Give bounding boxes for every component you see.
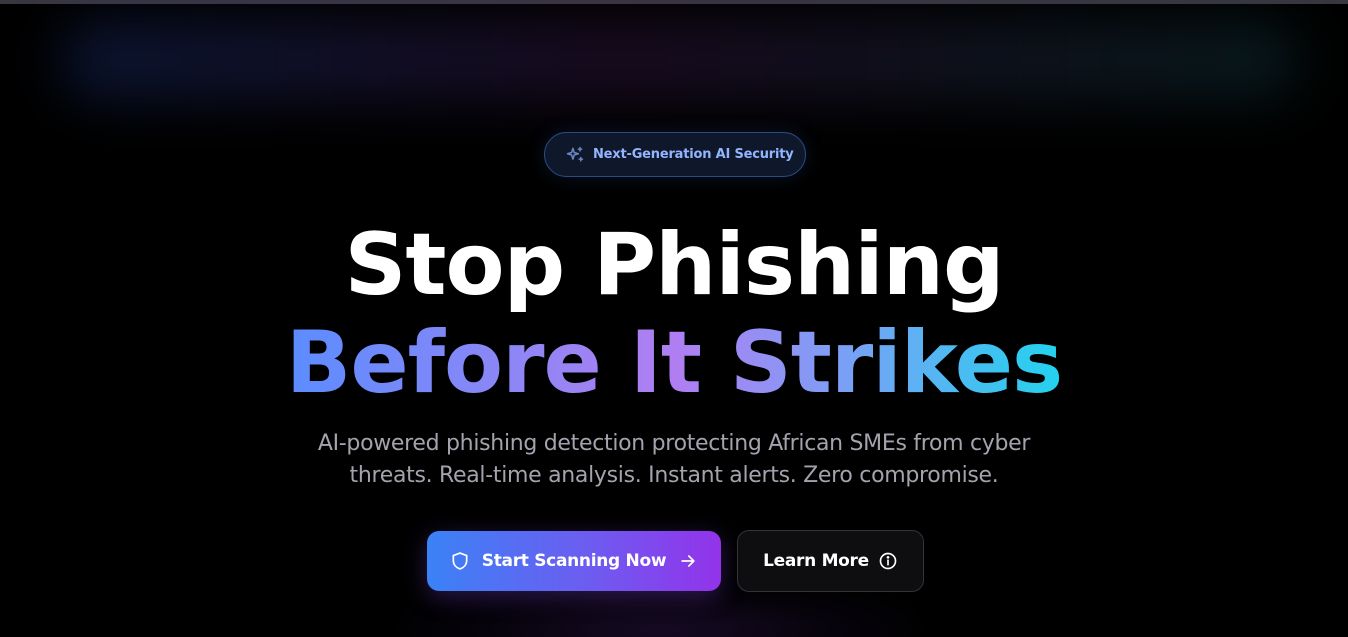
feature-badge: Next-Generation AI Security	[544, 132, 806, 177]
info-icon	[878, 551, 898, 571]
headline-gradient-text: Before It Strikes	[285, 313, 1063, 413]
shield-icon	[450, 551, 470, 571]
learn-more-label: Learn More	[763, 551, 869, 571]
badge-label: Next-Generation AI Security	[593, 147, 794, 162]
headline-line-2: Before It Strikes	[0, 308, 1348, 418]
sparkles-icon	[565, 145, 585, 165]
hero-subtitle: AI-powered phishing detection protecting…	[304, 428, 1044, 492]
start-scanning-button[interactable]: Start Scanning Now	[427, 531, 721, 591]
subtitle-line-1: AI-powered phishing detection protecting…	[317, 431, 1031, 456]
subtitle-line-2: threats. Real-time analysis. Instant ale…	[349, 463, 999, 488]
learn-more-button[interactable]: Learn More	[737, 530, 924, 592]
bottom-glow-decoration	[400, 600, 920, 637]
hero-page: Next-Generation AI Security Stop Phishin…	[0, 0, 1348, 637]
headline-line-1: Stop Phishing	[344, 215, 1004, 315]
arrow-right-icon	[678, 551, 698, 571]
top-glow-decoration	[60, 20, 1300, 100]
top-border	[0, 0, 1348, 4]
start-scanning-label: Start Scanning Now	[481, 551, 667, 571]
